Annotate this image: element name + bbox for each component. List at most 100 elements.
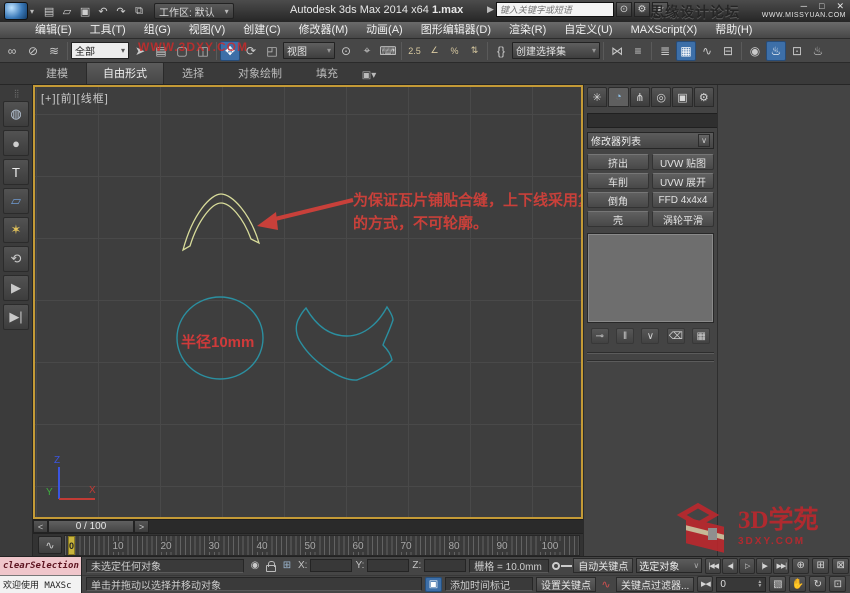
ragdoll-icon[interactable]: ✶ [3,217,29,243]
new-key-curve-icon[interactable]: ∿ [599,578,613,591]
ribbon-tab-freeform[interactable]: 自由形式 [86,61,164,84]
pin-stack-icon[interactable]: ⊸ [591,328,609,344]
modifier-preset-button[interactable]: FFD 4x4x4 [652,192,714,208]
track-bar-ruler[interactable]: 0 102030405060708090100 [64,535,580,556]
tab-hierarchy[interactable]: ⋔ [630,87,650,107]
menu-item[interactable]: 渲染(R) [500,22,555,38]
undo-icon[interactable]: ↶ [94,3,112,19]
mini-curve-editor-button[interactable]: ∿ [38,536,62,554]
current-frame-field[interactable]: 0 ▲▼ [716,577,766,592]
select-and-link-icon[interactable]: ∞ [2,41,22,61]
3ds-max-logo[interactable] [4,2,28,20]
go-to-end-button[interactable]: ▶▶| [773,558,789,574]
z-coord-field[interactable] [424,559,466,572]
set-key-button[interactable]: 设置关键点 [536,577,596,592]
new-file-icon[interactable]: ▤ [40,3,58,19]
percent-snap-icon[interactable]: % [445,41,464,60]
tab-utilities[interactable]: ⚙ [694,87,714,107]
ribbon-tab-selection[interactable]: 选择 [166,62,220,84]
add-time-tag[interactable]: 添加时间标记 [445,577,533,591]
ribbon-minimize-icon[interactable]: ▣▾ [356,67,382,84]
menu-item[interactable]: 工具(T) [81,22,135,38]
curve-editor-icon[interactable]: ∿ [697,41,717,61]
menu-item[interactable]: 编辑(E) [26,22,81,38]
ribbon-toggle-icon[interactable]: ▦ [676,41,696,61]
zoom-all-icon[interactable]: ⊞ [812,558,829,574]
step-simulation-icon[interactable]: ▶| [3,304,29,330]
edit-named-sets-icon[interactable]: {} [491,41,511,61]
minimize-button[interactable]: ─ [801,0,807,12]
project-folder-icon[interactable]: ⧉ [130,3,148,19]
tab-motion[interactable]: ◎ [651,87,671,107]
close-button[interactable]: ✕ [836,0,844,12]
zoom-icon[interactable]: ⊕ [792,558,809,574]
keyboard-override-icon[interactable]: ⌨ [378,41,398,61]
listener-script-line[interactable]: 欢迎使用 MAXSc [0,576,81,593]
render-production-icon[interactable]: ♨ [808,41,828,61]
menu-item[interactable]: MAXScript(X) [622,22,707,38]
select-and-scale-icon[interactable]: ◰ [262,41,282,61]
modifier-list-dropdown[interactable]: 修改器列表 ∨ [587,132,714,149]
reset-simulation-icon[interactable]: ⟲ [3,246,29,272]
modifier-preset-button[interactable]: UVW 展开 [652,173,714,189]
front-viewport[interactable]: [+][前][线框] Z X Y [33,85,583,519]
selection-filter-dropdown[interactable]: 全部 ▾ [71,42,129,59]
render-setup-icon[interactable]: ♨ [766,41,786,61]
selection-region-icon[interactable]: ▢ [172,41,192,61]
select-and-move-icon[interactable]: ✥ [220,41,240,61]
search-icon[interactable]: ⊙ [616,2,632,17]
massfx-world-icon[interactable]: ◍ [3,101,29,127]
angle-snap-icon[interactable]: ∠ [425,41,444,60]
maximize-button[interactable]: □ [819,0,824,12]
toolbar-grip[interactable]: ⣿ [14,89,19,98]
mirror-icon[interactable]: ⋈ [607,41,627,61]
logo-caret-icon[interactable]: ▾ [30,7,34,16]
menu-item[interactable]: 组(G) [135,22,180,38]
current-frame-marker[interactable]: 0 [68,536,75,555]
align-icon[interactable]: ≡ [628,41,648,61]
save-file-icon[interactable]: ▣ [76,3,94,19]
window-crossing-icon[interactable]: ◫ [193,41,213,61]
previous-frame-button[interactable]: ◀| [722,558,738,574]
frame-spinner[interactable]: ▲▼ [757,580,762,588]
configure-modifier-sets-icon[interactable]: ▦ [692,328,710,344]
rigid-body-icon[interactable]: ● [3,130,29,156]
modifier-preset-button[interactable]: 倒角 [587,192,649,208]
x-coord-field[interactable] [310,559,352,572]
menu-item[interactable]: 自定义(U) [555,22,621,38]
modifier-preset-button[interactable]: 涡轮平滑 [652,211,714,227]
arc-spline[interactable] [183,194,259,250]
bind-to-space-warp-icon[interactable]: ≋ [44,41,64,61]
snap-toggle-icon[interactable]: 2.5 [405,41,424,60]
rendered-frame-icon[interactable]: ⊡ [787,41,807,61]
maxscript-mini-listener[interactable]: clearSelection 欢迎使用 MAXSc [0,557,82,593]
auto-key-button[interactable]: 自动关键点 [573,558,633,573]
unlink-selection-icon[interactable]: ⊘ [23,41,43,61]
modifier-preset-button[interactable]: 车削 [587,173,649,189]
named-sets-dropdown[interactable]: 创建选择集 ▾ [512,42,600,59]
redo-icon[interactable]: ↷ [112,3,130,19]
time-slider-handle[interactable]: 0 / 100 [48,520,134,533]
previous-frame-arrow[interactable]: < [33,520,48,533]
tab-modify[interactable]: ◔ [608,87,628,107]
y-coord-field[interactable] [367,559,409,572]
time-slider-track[interactable] [149,520,583,533]
workspace-dropdown[interactable]: 工作区: 默认 ▾ [154,3,234,19]
modifier-preset-button[interactable]: 挤出 [587,154,649,170]
mcloth-icon[interactable]: T [3,159,29,185]
open-file-icon[interactable]: ▱ [58,3,76,19]
tile-profile-spline[interactable] [296,307,393,380]
orbit-icon[interactable]: ↻ [809,576,826,592]
select-object-icon[interactable]: ➤ [130,41,150,61]
select-by-name-icon[interactable]: ▤ [151,41,171,61]
selection-lock-icon[interactable] [266,565,276,572]
show-end-result-icon[interactable]: ‖ [616,328,634,344]
next-frame-arrow[interactable]: > [134,520,149,533]
select-and-rotate-icon[interactable]: ⟳ [241,41,261,61]
ribbon-tab-modeling[interactable]: 建模 [30,62,84,84]
next-frame-button[interactable]: |▶ [756,558,772,574]
listener-macro-line[interactable]: clearSelection [0,557,81,576]
menu-item[interactable]: 帮助(H) [706,22,761,38]
pan-icon[interactable]: ✋ [789,576,806,592]
maximize-viewport-toggle-icon[interactable]: ⊡ [829,576,846,592]
